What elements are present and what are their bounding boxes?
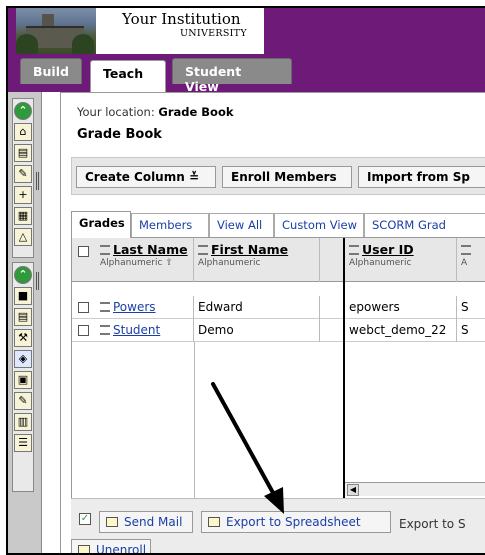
frozen-pane-divider	[343, 238, 345, 498]
calendar-icon-2[interactable]: ▤	[14, 308, 32, 326]
users-icon[interactable]: ☰	[14, 434, 32, 452]
send-mail-button[interactable]: Send Mail	[99, 511, 193, 533]
tab-view-all[interactable]: View All	[209, 213, 274, 237]
row-checkbox[interactable]	[78, 302, 89, 313]
select-all-check-icon[interactable]: ✓	[79, 513, 91, 525]
cell-first-name: Demo	[194, 319, 320, 342]
collapse-icon-2[interactable]: ⌃	[14, 266, 32, 284]
col-divider	[194, 342, 195, 498]
create-column-label: Create Column	[85, 170, 185, 184]
col-first-name-title: First Name	[211, 242, 289, 257]
menu-icon[interactable]	[100, 325, 110, 335]
mail-icon	[106, 517, 118, 527]
export-to-text[interactable]: Export to S	[399, 517, 466, 531]
tab-build[interactable]: Build	[20, 58, 82, 84]
box-icon[interactable]: ■	[14, 287, 32, 305]
sort-icon	[349, 245, 359, 255]
sort-ascending-icon: ⇧	[165, 258, 173, 268]
institution-logo: Your Institution UNIVERSITY	[96, 8, 264, 54]
grid-tabs: Grades Members View All Custom View SCOR…	[71, 211, 485, 238]
tab-student-view[interactable]: Student View	[172, 58, 292, 94]
export-spreadsheet-label: Export to Spreadsheet	[226, 515, 361, 529]
col-first-name-type: Alphanumeric	[198, 258, 261, 268]
horizontal-scrollbar[interactable]: ◀	[345, 482, 485, 496]
content-area: Your location: Grade Book Grade Book Cre…	[60, 92, 485, 553]
toolbar-splitter-2[interactable]	[36, 272, 39, 290]
page-title: Grade Book	[77, 127, 162, 142]
select-all-checkbox[interactable]	[78, 246, 89, 257]
toolbar-splitter[interactable]	[36, 172, 39, 190]
cell-last-name: Student	[96, 319, 194, 342]
location-prefix: Your location:	[77, 105, 155, 119]
dropdown-icon: ≚	[188, 170, 200, 184]
col-last-name[interactable]: Last Name Alphanumeric ⇧	[96, 238, 194, 282]
cell-extra: S	[461, 300, 469, 314]
menu-icon[interactable]	[100, 302, 110, 312]
bottom-action-bar: ✓ Send Mail Export to Spreadsheet Export…	[71, 498, 485, 555]
folder-icon[interactable]: △	[14, 228, 32, 246]
create-column-button[interactable]: Create Column ≚	[76, 166, 216, 188]
col-first-name[interactable]: First Name Alphanumeric	[194, 238, 320, 282]
tab-custom-view[interactable]: Custom View	[274, 213, 364, 237]
action-bar: Create Column ≚ Enroll Members Import fr…	[71, 157, 485, 195]
col-last-name-title: Last Name	[113, 242, 188, 257]
page-icon[interactable]: ▦	[14, 207, 32, 225]
student-link[interactable]: Student	[113, 323, 160, 337]
col-user-id[interactable]: User ID Alphanumeric	[345, 238, 457, 282]
collapse-icon[interactable]: ⌃	[14, 102, 32, 120]
unenroll-button[interactable]: Unenroll	[71, 539, 151, 555]
map-icon[interactable]: ▣	[14, 371, 32, 389]
cell-last-name: Powers	[96, 296, 194, 319]
scroll-left-icon[interactable]: ◀	[347, 484, 359, 496]
location-value: Grade Book	[158, 105, 234, 119]
table-row: Powers Edward epowers S	[72, 296, 485, 319]
unenroll-label: Unenroll	[96, 543, 147, 555]
spreadsheet-icon	[208, 517, 220, 527]
col-extra[interactable]: A	[457, 238, 485, 282]
tracking-icon[interactable]: ✎	[14, 392, 32, 410]
col-user-id-type: Alphanumeric	[349, 258, 412, 268]
toolbar-group-2: ⌃ ■ ▤ ⚒ ◈ ▣ ✎ ▥ ☰	[12, 262, 34, 492]
toolbar-group-1: ⌃ ⌂ ▤ ✎ + ▦ △	[12, 98, 34, 258]
col-last-name-type: Alphanumeric	[100, 258, 163, 268]
cell-user-id: webct_demo_22	[345, 319, 457, 342]
col-user-id-title: User ID	[362, 242, 414, 257]
home-icon[interactable]: ⌂	[14, 123, 32, 141]
grade-grid: Last Name Alphanumeric ⇧ First Name Alph…	[71, 238, 485, 498]
student-link[interactable]: Powers	[113, 300, 156, 314]
add-icon[interactable]: +	[14, 186, 32, 204]
sort-icon	[100, 245, 110, 255]
institution-name: Your Institution	[122, 10, 241, 28]
sort-icon	[198, 245, 208, 255]
campus-logo-image	[16, 8, 96, 54]
chart-icon[interactable]: ▥	[14, 413, 32, 431]
table-row: Student Demo webct_demo_22 S	[72, 319, 485, 342]
tab-scorm-grades[interactable]: SCORM Grad	[364, 213, 485, 237]
sort-icon	[461, 245, 471, 255]
browser-frame: Your Institution UNIVERSITY Build Teach …	[6, 6, 485, 555]
calendar-icon[interactable]: ▤	[14, 144, 32, 162]
cell-extra: S	[461, 323, 469, 337]
send-mail-label: Send Mail	[124, 515, 183, 529]
tab-members[interactable]: Members	[131, 213, 209, 237]
enroll-members-button[interactable]: Enroll Members	[222, 166, 352, 188]
header: Your Institution UNIVERSITY Build Teach …	[8, 8, 485, 94]
breadcrumb: Your location: Grade Book	[77, 105, 234, 119]
grid-header-row: Last Name Alphanumeric ⇧ First Name Alph…	[72, 238, 485, 282]
col-extra-type: A	[461, 258, 468, 268]
export-spreadsheet-button[interactable]: Export to Spreadsheet	[201, 511, 391, 533]
cell-first-name: Edward	[194, 296, 320, 319]
row-checkbox[interactable]	[78, 325, 89, 336]
tools-icon[interactable]: ⚒	[14, 329, 32, 347]
left-toolbar: ⌃ ⌂ ▤ ✎ + ▦ △ ⌃ ■ ▤ ⚒ ◈ ▣ ✎ ▥ ☰	[8, 92, 42, 553]
grade-book-icon[interactable]: ◈	[14, 350, 32, 368]
institution-sub: UNIVERSITY	[180, 28, 247, 39]
unenroll-icon	[78, 545, 90, 553]
cell-user-id: epowers	[345, 296, 457, 319]
edit-icon[interactable]: ✎	[14, 165, 32, 183]
tab-grades[interactable]: Grades	[71, 211, 131, 238]
import-button[interactable]: Import from Sp	[358, 166, 485, 188]
tab-teach[interactable]: Teach	[90, 60, 166, 92]
